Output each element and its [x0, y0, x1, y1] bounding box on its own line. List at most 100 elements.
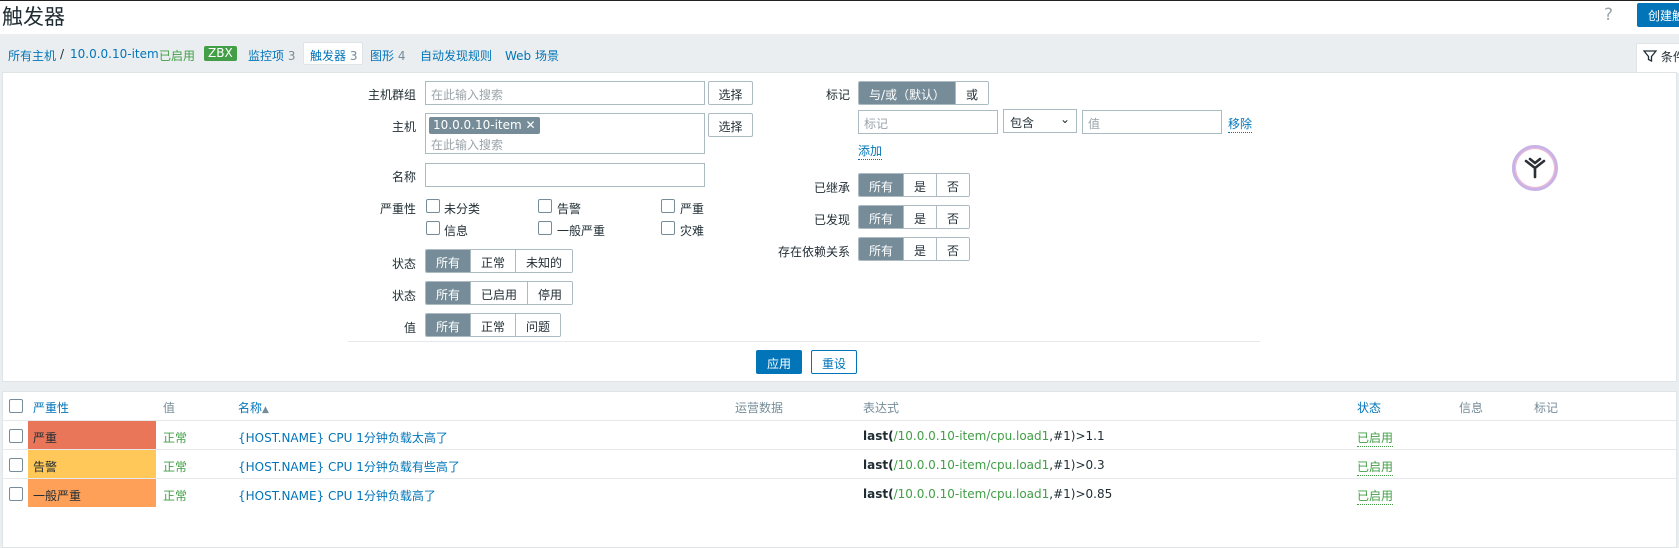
value-problem[interactable]: 问题	[516, 314, 561, 336]
value-normal[interactable]: 正常	[471, 314, 517, 336]
header-severity[interactable]: 严重性	[33, 399, 69, 416]
create-trigger-button[interactable]: 创建触发器	[1637, 3, 1679, 27]
severity-cell: 告警	[28, 450, 156, 478]
nav-discovery-link[interactable]: 自动发现规则	[420, 47, 492, 64]
status-disabled[interactable]: 停用	[528, 282, 573, 304]
discovered-yes[interactable]: 是	[904, 206, 938, 228]
trigger-name-link[interactable]: {HOST.NAME} CPU 1分钟负载高了	[238, 487, 436, 504]
severity-label: 严重性	[379, 202, 416, 216]
nav-graphs-link[interactable]: 图形 4	[370, 47, 405, 64]
severity-warning-checkbox[interactable]	[538, 199, 552, 213]
nav-items-link[interactable]: 监控项 3	[248, 47, 295, 64]
severity-warning-label: 告警	[557, 202, 582, 216]
filter-tab[interactable]: 条件	[1636, 43, 1679, 73]
status-toggle-link[interactable]: 已启用	[1357, 458, 1394, 476]
tags-and-or[interactable]: 与/或（默认）	[859, 82, 957, 104]
value-cell: 正常	[163, 489, 188, 503]
inherited-no[interactable]: 否	[937, 174, 970, 196]
severity-information-checkbox[interactable]	[426, 221, 440, 235]
severity-average-checkbox[interactable]	[538, 221, 552, 235]
expr-item-link[interactable]: /10.0.0.10-item/cpu.load1	[894, 487, 1050, 501]
row-checkbox[interactable]	[9, 487, 23, 501]
nav-web-link[interactable]: Web 场景	[505, 47, 559, 64]
tag-operator-select[interactable]: 包含 ⌄	[1003, 109, 1077, 133]
header-status[interactable]: 状态	[1357, 399, 1381, 416]
header-expression: 表达式	[863, 401, 900, 415]
host-group-input[interactable]: 在此输入搜索	[425, 81, 705, 105]
add-tag-link[interactable]: 添加	[858, 142, 883, 160]
dependencies-yes[interactable]: 是	[904, 238, 938, 260]
inherited-segmented: 所有 是 否	[858, 173, 971, 197]
dependencies-label: 存在依赖关系	[777, 245, 850, 259]
host-chip-label: 10.0.0.10-item	[433, 118, 522, 132]
severity-high-checkbox[interactable]	[661, 199, 675, 213]
apply-button[interactable]: 应用	[756, 350, 802, 374]
expr-item-link[interactable]: /10.0.0.10-item/cpu.load1	[894, 458, 1050, 472]
expr-item-link[interactable]: /10.0.0.10-item/cpu.load1	[894, 429, 1050, 443]
expression-cell: last(/10.0.0.10-item/cpu.load1,#1)>0.85	[863, 487, 1112, 501]
discovered-no[interactable]: 否	[937, 206, 970, 228]
row-checkbox[interactable]	[9, 458, 23, 472]
severity-high-label: 严重	[680, 202, 705, 216]
tag-name-input[interactable]: 标记	[858, 110, 998, 134]
table-row: 告警 正常 {HOST.NAME} CPU 1分钟负载有些高了 last(/10…	[3, 449, 1678, 478]
select-all-checkbox[interactable]	[9, 399, 23, 413]
header-value: 值	[163, 401, 176, 415]
state-segmented: 所有 正常 未知的	[425, 249, 574, 273]
discovered-all[interactable]: 所有	[859, 206, 905, 228]
tags-or[interactable]: 或	[956, 82, 989, 104]
severity-not-classified-checkbox[interactable]	[426, 199, 440, 213]
page-header: 触发器 ? 创建触发器	[0, 0, 1679, 34]
status-label: 状态	[391, 289, 416, 303]
value-cell: 正常	[163, 431, 188, 445]
reset-button[interactable]: 重设	[811, 350, 857, 374]
trigger-name-link[interactable]: {HOST.NAME} CPU 1分钟负载太高了	[238, 429, 448, 446]
discovered-label: 已发现	[813, 213, 850, 227]
severity-cell: 一般严重	[28, 479, 156, 507]
state-normal[interactable]: 正常	[471, 250, 517, 272]
status-toggle-link[interactable]: 已启用	[1357, 429, 1394, 447]
host-group-select-button[interactable]: 选择	[708, 81, 753, 105]
status-enabled[interactable]: 已启用	[471, 282, 529, 304]
inherited-all[interactable]: 所有	[859, 174, 905, 196]
assistant-logo-icon[interactable]	[1512, 145, 1558, 191]
remove-tag-link[interactable]: 移除	[1228, 115, 1253, 133]
value-all[interactable]: 所有	[426, 314, 472, 336]
host-status-enabled[interactable]: 已启用	[159, 47, 195, 64]
status-all[interactable]: 所有	[426, 282, 472, 304]
chip-remove-icon[interactable]: ✕	[526, 118, 536, 132]
host-select-button[interactable]: 选择	[708, 113, 753, 137]
sort-asc-icon: ▲	[262, 405, 269, 415]
help-icon[interactable]: ?	[1604, 5, 1613, 25]
host-search-placeholder[interactable]: 在此输入搜索	[431, 136, 503, 153]
trigger-name-link[interactable]: {HOST.NAME} CPU 1分钟负载有些高了	[238, 458, 460, 475]
nav-triggers-label: 触发器	[310, 49, 347, 63]
dependencies-all[interactable]: 所有	[859, 238, 905, 260]
breadcrumb-all-hosts[interactable]: 所有主机	[8, 47, 56, 64]
expression-cell: last(/10.0.0.10-item/cpu.load1,#1)>1.1	[863, 429, 1105, 443]
inherited-yes[interactable]: 是	[904, 174, 938, 196]
tags-label: 标记	[825, 88, 850, 102]
dependencies-no[interactable]: 否	[937, 238, 970, 260]
value-label: 值	[403, 321, 416, 335]
status-toggle-link[interactable]: 已启用	[1357, 487, 1394, 505]
severity-disaster-checkbox[interactable]	[661, 221, 675, 235]
row-checkbox[interactable]	[9, 429, 23, 443]
header-name[interactable]: 名称▲	[238, 399, 269, 416]
chevron-down-icon: ⌄	[1059, 112, 1070, 126]
dependencies-segmented: 所有 是 否	[858, 237, 971, 261]
tag-value-input[interactable]: 值	[1082, 110, 1222, 134]
breadcrumb-separator: /	[60, 47, 65, 61]
status-segmented: 所有 已启用 停用	[425, 281, 574, 305]
name-input[interactable]	[425, 163, 705, 187]
state-unknown[interactable]: 未知的	[516, 250, 573, 272]
page-title: 触发器	[2, 5, 65, 29]
nav-triggers-tab[interactable]: 触发器 3	[303, 42, 364, 65]
header-operational-data: 运营数据	[735, 401, 784, 415]
expr-rest: ,#1)>0.85	[1049, 487, 1113, 501]
table-row: 严重 正常 {HOST.NAME} CPU 1分钟负载太高了 last(/10.…	[3, 420, 1678, 449]
severity-average-label: 一般严重	[557, 224, 606, 238]
breadcrumb-host[interactable]: 10.0.0.10-item	[70, 47, 159, 61]
host-multiselect[interactable]: 10.0.0.10-item ✕ 在此输入搜索	[425, 113, 705, 154]
state-all[interactable]: 所有	[426, 250, 472, 272]
